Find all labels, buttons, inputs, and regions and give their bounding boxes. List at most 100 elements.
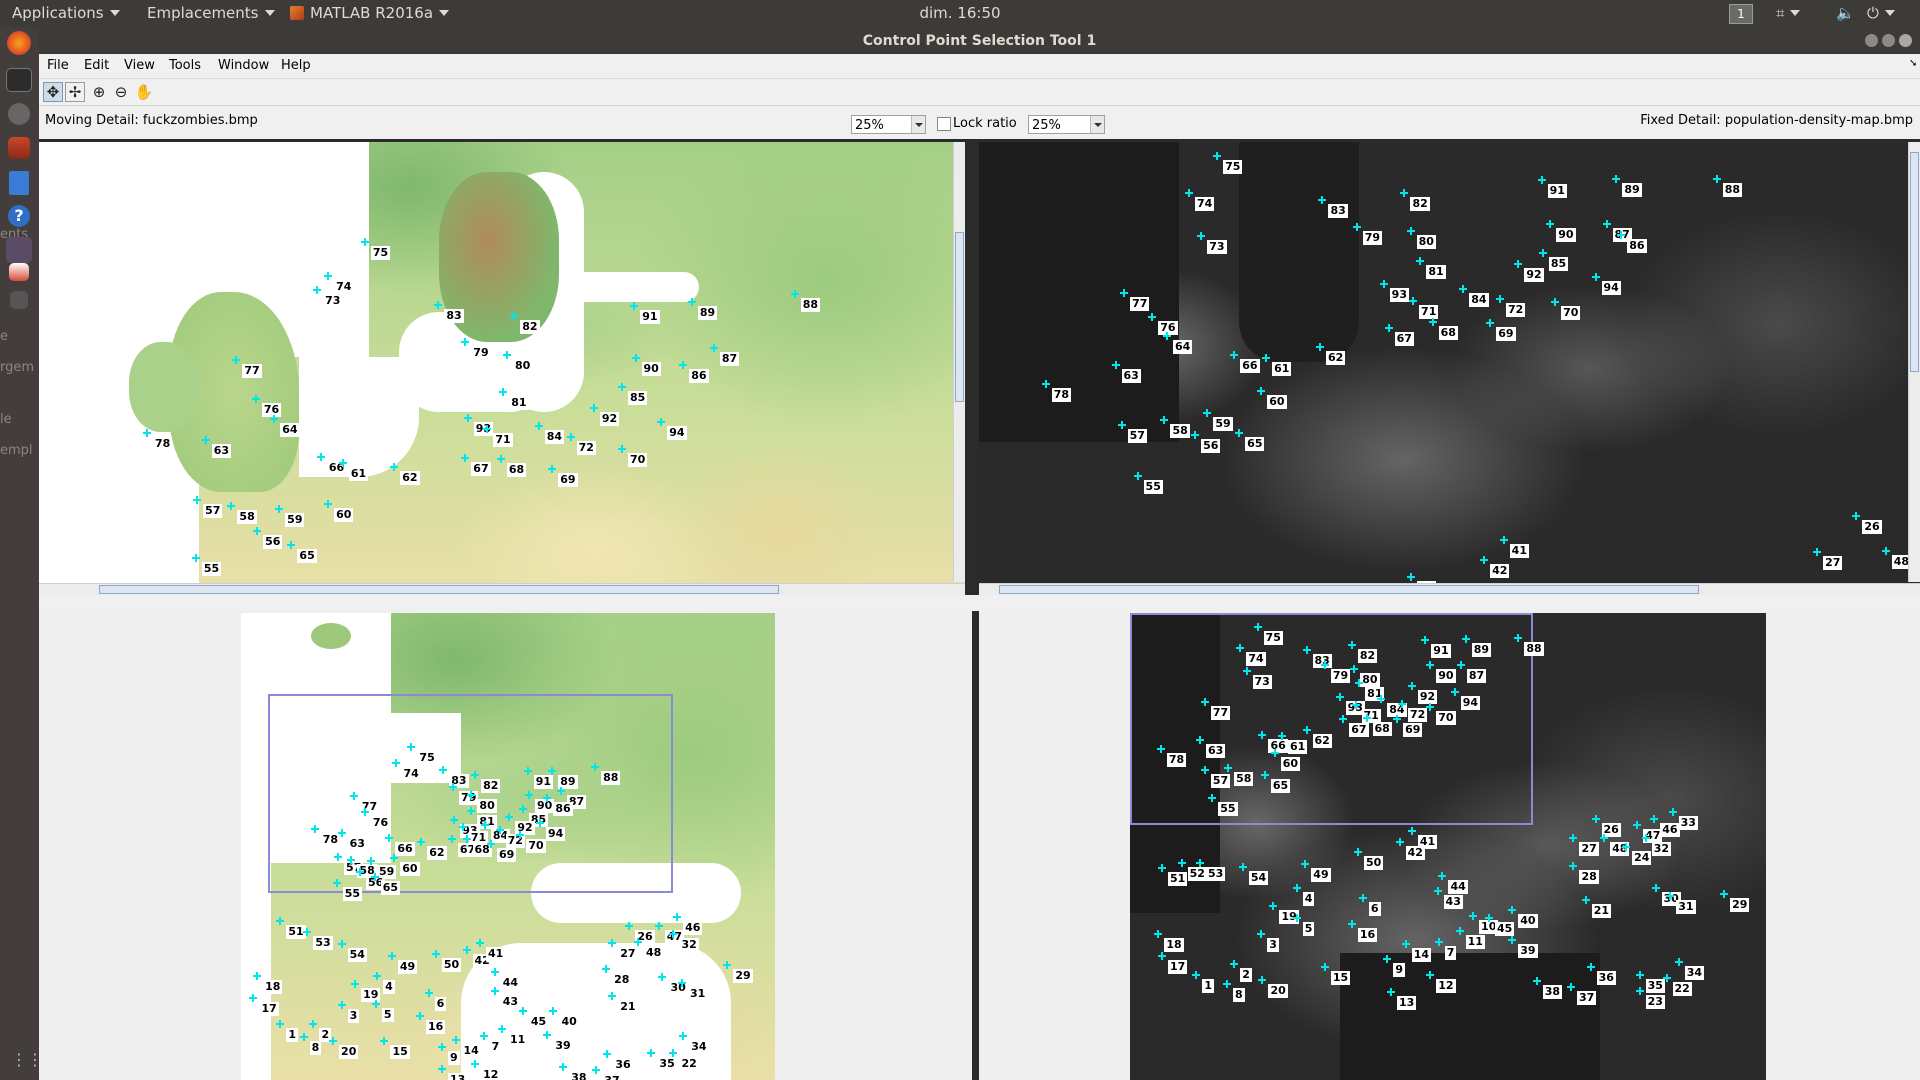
crosshair-marker-icon[interactable] <box>1433 887 1442 896</box>
crosshair-marker-icon[interactable] <box>451 1035 460 1044</box>
crosshair-marker-icon[interactable] <box>303 927 312 936</box>
crosshair-marker-icon[interactable] <box>602 964 611 973</box>
crosshair-marker-icon[interactable] <box>1197 232 1206 241</box>
crosshair-marker-icon[interactable] <box>337 1001 346 1010</box>
crosshair-marker-icon[interactable] <box>1421 636 1430 645</box>
crosshair-marker-icon[interactable] <box>461 337 470 346</box>
crosshair-marker-icon[interactable] <box>1355 679 1364 688</box>
crosshair-marker-icon[interactable] <box>1258 730 1267 739</box>
crosshair-marker-icon[interactable] <box>1335 692 1344 701</box>
crosshair-marker-icon[interactable] <box>559 1062 568 1071</box>
crosshair-marker-icon[interactable] <box>287 540 296 549</box>
crosshair-marker-icon[interactable] <box>338 458 347 467</box>
crosshair-marker-icon[interactable] <box>431 949 440 958</box>
pane-divider[interactable] <box>39 595 1920 611</box>
crosshair-marker-icon[interactable] <box>337 828 346 837</box>
crosshair-marker-icon[interactable] <box>1426 970 1435 979</box>
crosshair-marker-icon[interactable] <box>483 424 492 433</box>
crosshair-marker-icon[interactable] <box>1222 980 1231 989</box>
crosshair-marker-icon[interactable] <box>1041 380 1050 389</box>
crosshair-marker-icon[interactable] <box>275 505 284 514</box>
crosshair-marker-icon[interactable] <box>556 787 565 796</box>
crosshair-marker-icon[interactable] <box>416 1012 424 1021</box>
crosshair-marker-icon[interactable] <box>1224 763 1233 772</box>
crosshair-marker-icon[interactable] <box>380 1036 389 1045</box>
crosshair-marker-icon[interactable] <box>371 1000 380 1009</box>
crosshair-marker-icon[interactable] <box>1641 833 1650 842</box>
crosshair-marker-icon[interactable] <box>463 413 472 422</box>
crosshair-marker-icon[interactable] <box>1160 416 1169 424</box>
chevron-down-icon[interactable] <box>1090 116 1104 133</box>
crosshair-marker-icon[interactable] <box>1162 331 1171 340</box>
close-icon[interactable] <box>1899 34 1912 47</box>
crosshair-marker-icon[interactable] <box>1253 622 1262 631</box>
crosshair-marker-icon[interactable] <box>232 356 241 364</box>
crosshair-marker-icon[interactable] <box>1384 324 1393 333</box>
crosshair-marker-icon[interactable] <box>462 946 471 955</box>
crosshair-marker-icon[interactable] <box>1484 914 1493 923</box>
crosshair-marker-icon[interactable] <box>548 767 557 776</box>
crosshair-marker-icon[interactable] <box>1426 660 1435 669</box>
crosshair-marker-icon[interactable] <box>324 500 333 509</box>
crosshair-marker-icon[interactable] <box>276 916 285 925</box>
crosshair-marker-icon[interactable] <box>467 806 476 815</box>
crosshair-marker-icon[interactable] <box>407 742 416 751</box>
crosshair-marker-icon[interactable] <box>1111 360 1120 369</box>
crosshair-marker-icon[interactable] <box>1301 860 1310 869</box>
crosshair-marker-icon[interactable] <box>1546 220 1555 229</box>
crosshair-marker-icon[interactable] <box>1236 643 1245 652</box>
crosshair-marker-icon[interactable] <box>276 1019 285 1028</box>
crosshair-marker-icon[interactable] <box>790 289 799 298</box>
crosshair-marker-icon[interactable] <box>1196 735 1204 744</box>
crosshair-marker-icon[interactable] <box>1184 189 1193 198</box>
crosshair-marker-icon[interactable] <box>1450 687 1459 696</box>
crosshair-marker-icon[interactable] <box>536 818 544 827</box>
crosshair-marker-icon[interactable] <box>479 1031 488 1040</box>
crosshair-marker-icon[interactable] <box>356 867 364 876</box>
crosshair-marker-icon[interactable] <box>1347 920 1356 929</box>
crosshair-marker-icon[interactable] <box>1270 749 1279 758</box>
matlab-launcher-icon[interactable] <box>6 237 32 263</box>
crosshair-marker-icon[interactable] <box>1393 714 1402 723</box>
places-menu[interactable]: Emplacements <box>147 4 275 22</box>
crosshair-marker-icon[interactable] <box>1353 848 1362 857</box>
crosshair-marker-icon[interactable] <box>618 445 627 454</box>
crosshair-marker-icon[interactable] <box>1120 288 1129 297</box>
moving-detail-vscrollbar[interactable] <box>953 142 965 582</box>
crosshair-marker-icon[interactable] <box>1278 731 1287 740</box>
crosshair-marker-icon[interactable] <box>1438 871 1447 880</box>
crosshair-marker-icon[interactable] <box>1196 859 1204 868</box>
crosshair-marker-icon[interactable] <box>471 771 480 780</box>
crosshair-marker-icon[interactable] <box>1635 986 1644 995</box>
document-icon[interactable] <box>9 171 29 195</box>
crosshair-marker-icon[interactable] <box>1586 963 1595 972</box>
crosshair-marker-icon[interactable] <box>390 462 399 471</box>
crosshair-marker-icon[interactable] <box>679 360 688 369</box>
crosshair-marker-icon[interactable] <box>1496 294 1504 303</box>
help-icon[interactable]: ? <box>8 205 30 227</box>
crosshair-marker-icon[interactable] <box>391 758 400 767</box>
crosshair-marker-icon[interactable] <box>461 453 470 462</box>
crosshair-marker-icon[interactable] <box>1469 911 1478 920</box>
select-point-icon[interactable]: ✢ <box>65 82 85 102</box>
crosshair-marker-icon[interactable] <box>438 1042 447 1051</box>
crosshair-marker-icon[interactable] <box>1569 861 1578 870</box>
crosshair-marker-icon[interactable] <box>1459 284 1468 293</box>
crosshair-marker-icon[interactable] <box>1260 771 1269 780</box>
crosshair-marker-icon[interactable] <box>450 816 459 825</box>
crosshair-marker-icon[interactable] <box>1235 429 1244 438</box>
crosshair-marker-icon[interactable] <box>1633 821 1642 830</box>
crosshair-marker-icon[interactable] <box>687 298 696 307</box>
crosshair-marker-icon[interactable] <box>679 1031 688 1040</box>
crosshair-marker-icon[interactable] <box>360 807 369 816</box>
crosshair-marker-icon[interactable] <box>1203 408 1212 417</box>
crosshair-marker-icon[interactable] <box>332 878 341 887</box>
crosshair-marker-icon[interactable] <box>1532 976 1541 985</box>
crosshair-marker-icon[interactable] <box>658 973 667 982</box>
crosshair-marker-icon[interactable] <box>1602 220 1611 229</box>
menu-window[interactable]: Window <box>218 58 269 73</box>
crosshair-marker-icon[interactable] <box>385 833 394 842</box>
crosshair-marker-icon[interactable] <box>1177 859 1186 868</box>
crosshair-marker-icon[interactable] <box>191 554 200 563</box>
crosshair-marker-icon[interactable] <box>1551 298 1560 307</box>
